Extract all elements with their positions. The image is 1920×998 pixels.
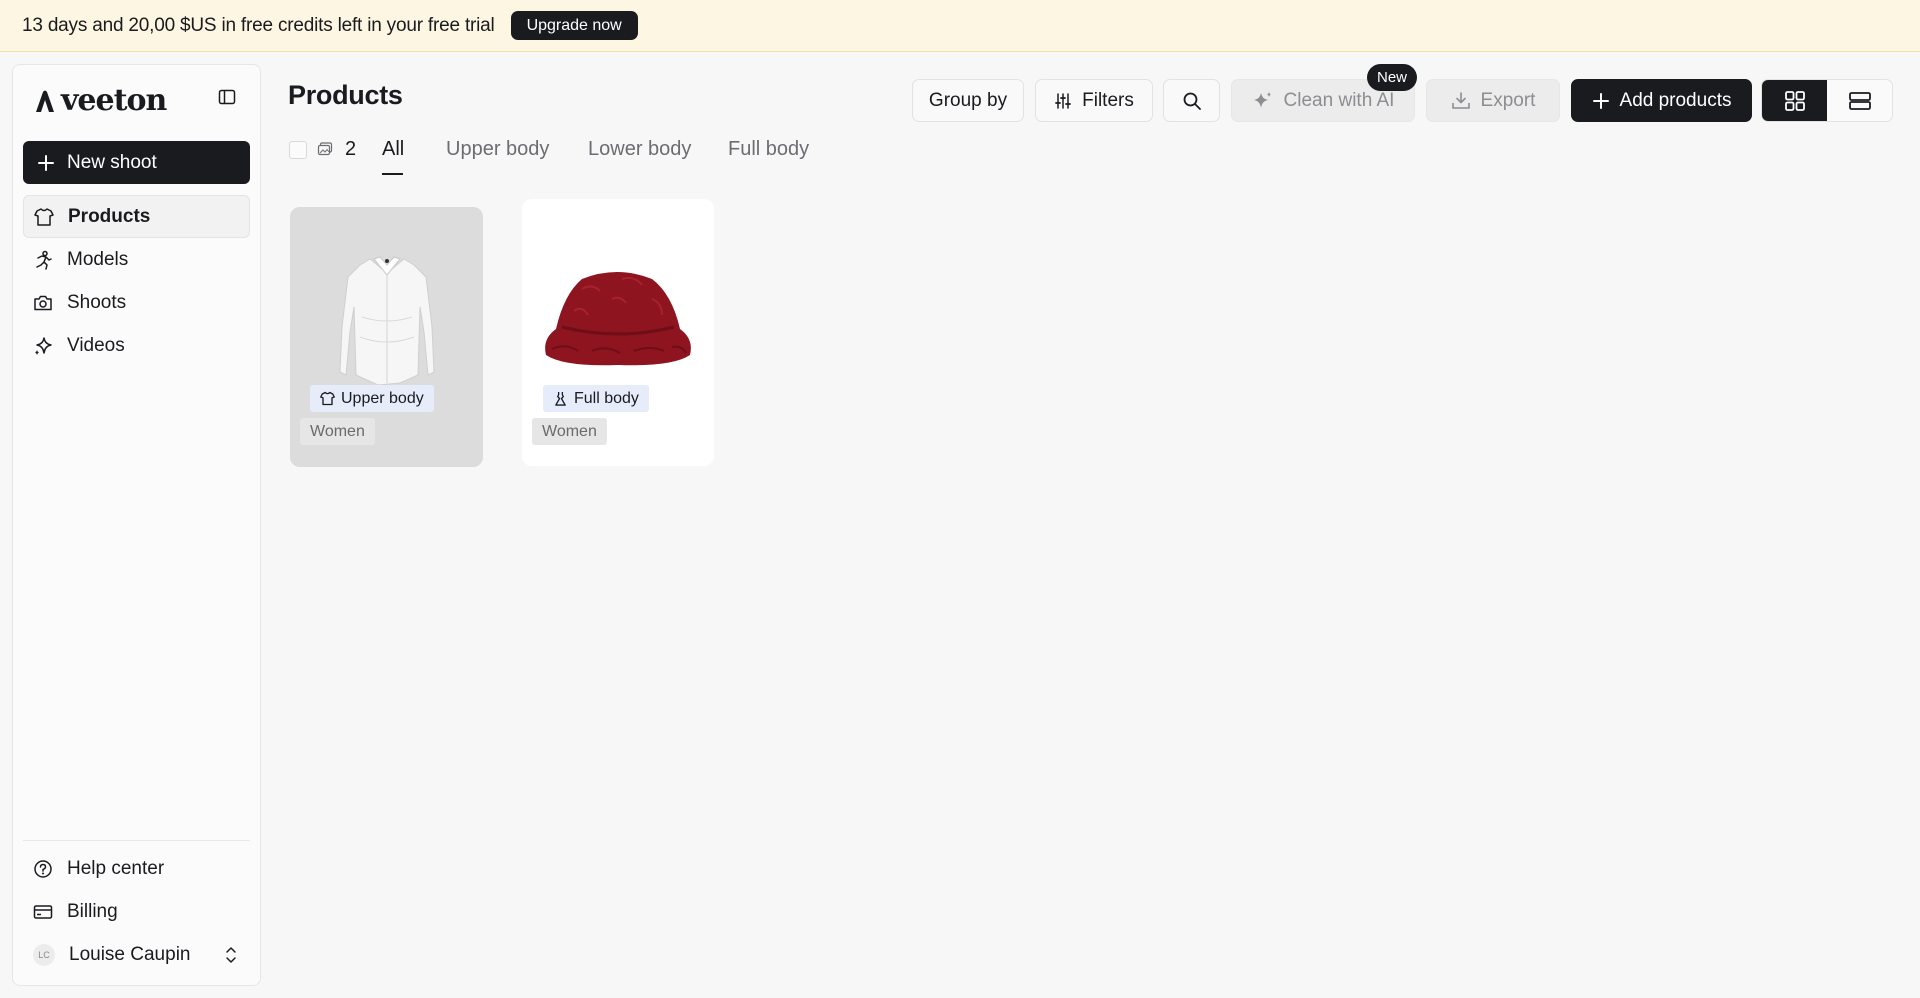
tab-full-body[interactable]: Full body bbox=[728, 138, 809, 161]
sidebar-item-label: Products bbox=[68, 205, 151, 227]
help-center-link[interactable]: Help center bbox=[23, 847, 250, 890]
plus-icon bbox=[1592, 92, 1609, 109]
sidebar-item-label: Models bbox=[67, 248, 129, 270]
gender-label: Women bbox=[310, 422, 365, 440]
sliders-icon bbox=[1055, 92, 1072, 109]
billing-label: Billing bbox=[67, 900, 118, 922]
export-label: Export bbox=[1480, 89, 1536, 111]
product-count: 2 bbox=[345, 138, 357, 160]
user-name: Louise Caupin bbox=[69, 943, 191, 965]
list-view-button[interactable] bbox=[1827, 80, 1892, 121]
grid-icon bbox=[1784, 90, 1805, 111]
plus-icon bbox=[38, 154, 54, 171]
new-shoot-label: New shoot bbox=[67, 151, 157, 173]
help-circle-icon bbox=[34, 859, 52, 878]
chevron-up-down-icon bbox=[226, 946, 236, 963]
active-tab-indicator bbox=[382, 173, 403, 175]
images-icon bbox=[317, 142, 333, 156]
search-button[interactable] bbox=[1163, 79, 1220, 122]
new-shoot-button[interactable]: New shoot bbox=[23, 141, 250, 184]
shirt-icon bbox=[34, 207, 54, 226]
filters-label: Filters bbox=[1082, 89, 1134, 111]
group-by-button[interactable]: Group by bbox=[912, 79, 1024, 122]
category-chip: Full body bbox=[543, 385, 649, 412]
filters-button[interactable]: Filters bbox=[1035, 79, 1153, 122]
sparkles-icon bbox=[1253, 91, 1271, 108]
sidebar-item-products[interactable]: Products bbox=[23, 195, 250, 238]
category-label: Full body bbox=[574, 389, 639, 407]
tab-upper-body[interactable]: Upper body bbox=[446, 138, 549, 161]
sidebar-item-videos[interactable]: Videos bbox=[23, 324, 250, 367]
category-chip: Upper body bbox=[310, 385, 434, 412]
page-title: Products bbox=[288, 80, 403, 110]
gender-chip: Women bbox=[532, 418, 607, 445]
veeton-logo-icon bbox=[36, 90, 54, 112]
billing-link[interactable]: Billing bbox=[23, 890, 250, 933]
trial-banner-text: 13 days and 20,00 $US in free credits le… bbox=[22, 14, 495, 36]
trial-banner: 13 days and 20,00 $US in free credits le… bbox=[0, 0, 1920, 52]
sidebar-item-label: Shoots bbox=[67, 291, 127, 313]
export-button[interactable]: Export bbox=[1426, 79, 1560, 122]
category-label: Upper body bbox=[341, 389, 424, 407]
shirt-icon bbox=[320, 391, 335, 406]
sidebar-item-shoots[interactable]: Shoots bbox=[23, 281, 250, 324]
search-icon bbox=[1183, 92, 1201, 110]
download-tray-icon bbox=[1451, 91, 1470, 109]
avatar: LC bbox=[33, 943, 55, 966]
collapse-sidebar-icon[interactable] bbox=[217, 87, 237, 107]
sidebar-item-label: Videos bbox=[67, 334, 125, 356]
tab-lower-body[interactable]: Lower body bbox=[588, 138, 691, 161]
list-icon bbox=[1848, 91, 1871, 110]
person-running-icon bbox=[36, 250, 52, 270]
upgrade-now-button[interactable]: Upgrade now bbox=[510, 11, 638, 40]
select-all-checkbox[interactable] bbox=[289, 141, 307, 159]
new-badge: New bbox=[1367, 64, 1418, 91]
product-card[interactable]: Upper body Women bbox=[290, 207, 483, 467]
group-by-label: Group by bbox=[928, 89, 1008, 111]
dress-icon bbox=[555, 391, 566, 406]
gender-chip: Women bbox=[300, 418, 375, 445]
help-center-label: Help center bbox=[67, 857, 165, 879]
view-toggle bbox=[1761, 79, 1893, 122]
logo-text: veeton bbox=[61, 83, 167, 118]
clean-with-ai-label: Clean with AI bbox=[1283, 89, 1395, 111]
sidebar-item-models[interactable]: Models bbox=[23, 238, 250, 281]
logo[interactable]: veeton bbox=[33, 83, 167, 118]
gender-label: Women bbox=[542, 422, 597, 440]
grid-view-button[interactable] bbox=[1762, 80, 1827, 121]
add-products-label: Add products bbox=[1619, 89, 1732, 111]
add-products-button[interactable]: Add products bbox=[1571, 79, 1752, 122]
credit-card-icon bbox=[33, 904, 53, 919]
product-card[interactable]: Full body Women bbox=[522, 199, 714, 466]
tab-all[interactable]: All bbox=[382, 138, 404, 161]
sidebar: veeton New shoot Products Models Shoots … bbox=[12, 64, 261, 986]
sparkle-icon bbox=[35, 336, 52, 355]
user-menu[interactable]: LC Louise Caupin bbox=[23, 933, 250, 976]
sidebar-footer: Help center Billing LC Louise Caupin bbox=[23, 840, 250, 976]
sidebar-nav: Products Models Shoots Videos bbox=[23, 195, 250, 367]
camera-icon bbox=[34, 295, 52, 310]
